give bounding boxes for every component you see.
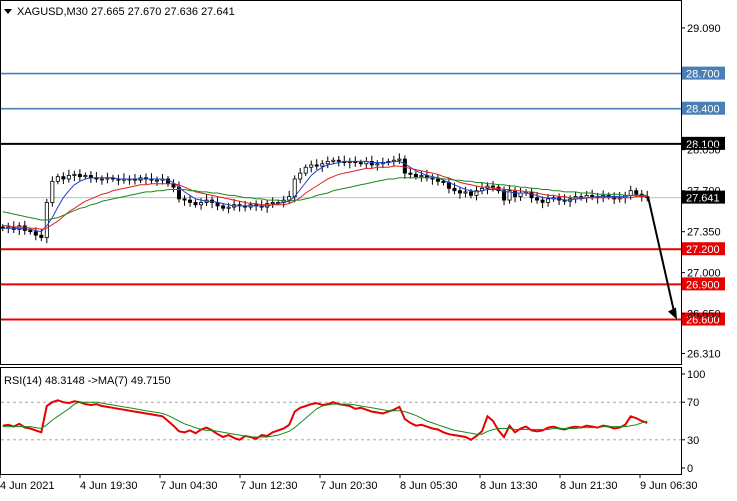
candle-body — [413, 173, 418, 178]
level-label: 28.400 — [686, 104, 720, 116]
price-tick-label: 26.650 — [687, 309, 721, 321]
rsi-levels — [1, 401, 681, 441]
candle-body — [61, 176, 66, 180]
symbol-header: XAGUSD,M30 27.665 27.670 27.636 27.641 — [17, 6, 235, 18]
time-tick-label: 8 Jun 21:30 — [560, 480, 618, 492]
candle-body — [402, 158, 407, 174]
candle-body — [535, 197, 540, 201]
time-axis: 4 Jun 2021 4 Jun 19:30 7 Jun 04:30 7 Jun 12… — [0, 474, 698, 492]
rsi-tick-label: 30 — [687, 435, 699, 447]
candle-body — [397, 158, 402, 161]
candle-body — [634, 190, 639, 195]
candle-body — [375, 163, 380, 166]
moving-averages — [2, 160, 648, 233]
candle-body — [199, 202, 204, 206]
candle-body — [309, 164, 314, 168]
time-tick-label: 7 Jun 20:30 — [320, 480, 378, 492]
price-panel — [0, 0, 682, 365]
rsi-header: RSI(14) 48.3148 ->MA(7) 49.7150 — [4, 375, 171, 387]
candle-body — [463, 191, 468, 194]
candle-body — [287, 196, 292, 201]
price-tick-label: 27.700 — [687, 186, 721, 198]
level-label: 28.700 — [686, 69, 720, 81]
price-tick-label: 27.000 — [687, 268, 721, 280]
time-tick-label: 4 Jun 19:30 — [80, 480, 138, 492]
candle-body — [177, 186, 182, 200]
candle-body — [628, 190, 633, 196]
rsi-ma-line — [2, 401, 648, 438]
candle-body — [83, 175, 88, 178]
rsi-axis: 100 70 30 0 — [681, 369, 705, 475]
time-tick-label: 8 Jun 05:30 — [400, 480, 458, 492]
candle-body — [513, 190, 518, 197]
time-tick-label: 7 Jun 12:30 — [240, 480, 298, 492]
candle-body — [331, 159, 336, 162]
candle-body — [270, 202, 275, 204]
candle-body — [314, 164, 319, 167]
candle-body — [518, 192, 523, 197]
time-tick-label: 4 Jun 2021 — [0, 480, 54, 492]
rsi-lines — [2, 399, 648, 441]
rsi-tick-label: 70 — [687, 397, 699, 409]
candle-body — [66, 175, 71, 180]
projection-line — [647, 197, 675, 312]
candle-body — [28, 230, 33, 233]
level-label: 27.200 — [686, 244, 720, 256]
candle-body — [298, 172, 303, 180]
candle-body — [408, 172, 413, 175]
candle-body — [435, 178, 440, 182]
candle-body — [39, 234, 44, 238]
ma-line-2 — [2, 177, 648, 221]
candle-body — [320, 163, 325, 167]
price-tick-label: 29.090 — [687, 23, 721, 35]
time-tick-label: 9 Jun 06:30 — [640, 480, 698, 492]
price-tick-label: 26.310 — [687, 348, 721, 360]
candle-body — [99, 178, 104, 181]
price-tick-label: 27.350 — [687, 227, 721, 239]
candle-body — [77, 173, 82, 178]
candle-body — [325, 161, 330, 165]
candle-body — [491, 185, 496, 188]
time-tick-label: 8 Jun 13:30 — [480, 480, 538, 492]
candle-body — [336, 159, 341, 162]
candle-body — [154, 179, 159, 182]
candle-body — [303, 166, 308, 174]
candle-body — [452, 187, 457, 192]
candle-body — [50, 180, 55, 203]
candle-body — [590, 194, 595, 197]
candle-body — [221, 205, 226, 209]
candle-body — [72, 173, 77, 176]
candle-body — [182, 198, 187, 201]
candle-body — [419, 175, 424, 178]
level-label: 26.900 — [686, 279, 720, 291]
ma-line-0 — [2, 160, 648, 233]
candle-body — [33, 231, 38, 236]
candle-body — [55, 176, 60, 182]
candle-body — [540, 199, 545, 203]
candle-body — [188, 199, 193, 203]
candle-body — [292, 178, 297, 197]
candle-body — [457, 190, 462, 194]
chart-canvas: 28.70028.40028.10027.20026.90026.60027.6… — [0, 0, 725, 492]
time-tick-label: 7 Jun 04:30 — [160, 480, 218, 492]
rsi-tick-label: 0 — [687, 463, 693, 475]
candle-body — [546, 198, 551, 203]
candle-body — [468, 191, 473, 196]
candle-body — [226, 206, 231, 209]
collapse-triangle-icon[interactable] — [4, 9, 12, 14]
arrow-head-icon — [668, 307, 677, 320]
candle-body — [441, 180, 446, 183]
rsi-line — [2, 399, 648, 441]
candle-body — [358, 162, 363, 165]
rsi-tick-label: 100 — [687, 369, 705, 381]
projection-arrow — [647, 197, 677, 320]
price-tick-label: 28.050 — [687, 145, 721, 157]
candle-body — [193, 202, 198, 206]
